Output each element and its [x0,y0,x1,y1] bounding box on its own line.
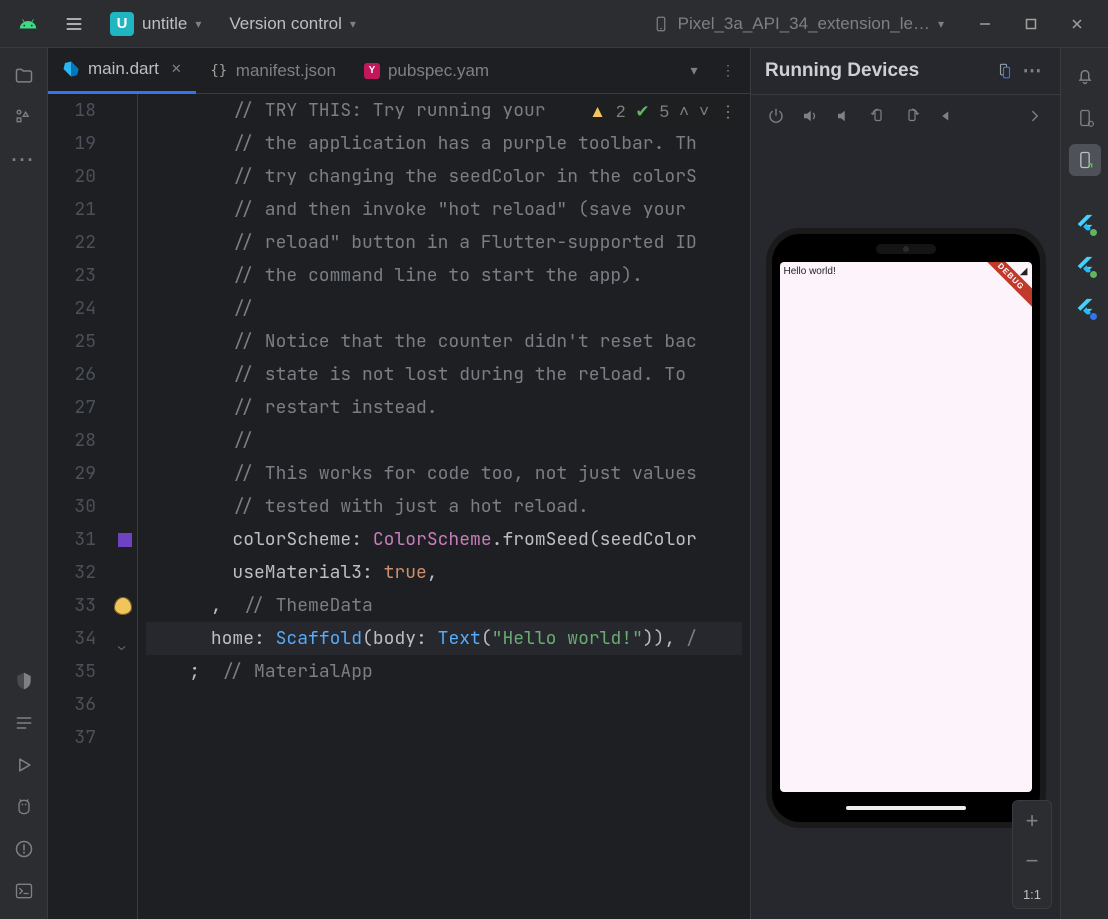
flutter-inspector-button[interactable] [1069,250,1101,282]
forward-button[interactable] [1020,101,1050,131]
next-highlight-button[interactable]: ˅ [699,102,709,122]
chevron-down-icon: ▾ [938,17,944,31]
dart-analysis-button[interactable] [8,665,40,697]
emulator-device-frame[interactable]: Hello world! ◢ [766,228,1046,828]
code-content: // TRY THIS: Try running your // the app… [138,94,750,919]
title-bar: U untitle ▾ Version control ▾ Pixel_3a_A… [0,0,1108,48]
json-file-icon: {} [210,62,228,80]
more-tools-button[interactable]: ··· [8,144,40,176]
tab-label: manifest.json [236,61,336,81]
home-indicator [846,806,966,810]
chevron-down-icon: ▾ [350,17,356,31]
running-devices-header: Running Devices ⋯ [751,48,1060,95]
vcs-label: Version control [229,14,341,34]
todo-button[interactable] [8,707,40,739]
volume-up-button[interactable] [795,101,825,131]
debug-banner [972,262,1032,322]
window-controls [962,6,1100,42]
device-manager-rail-button[interactable] [1069,102,1101,134]
gutter-annotations: ⌄ [112,94,138,919]
power-button[interactable] [761,101,791,131]
zoom-out-button[interactable]: − [1012,841,1052,881]
tabs-more-button[interactable]: ⋮ [714,57,742,85]
line-number-gutter: 1819202122232425262728293031323334353637 [48,94,112,919]
left-tool-rail: ··· [0,48,48,919]
tab-label: pubspec.yam [388,61,489,81]
tab-pubspec-yaml[interactable]: Y pubspec.yam [350,48,503,94]
running-devices-title: Running Devices [765,60,919,82]
tab-manifest-json[interactable]: {} manifest.json [196,48,350,94]
zoom-reset-button[interactable]: 1:1 [1023,881,1041,908]
ok-count: 5 [660,102,669,122]
devices-more-button[interactable]: ⋯ [1020,58,1046,84]
yaml-file-icon: Y [364,63,380,79]
rotate-left-button[interactable] [863,101,893,131]
notifications-button[interactable] [1069,60,1101,92]
logcat-button[interactable] [8,791,40,823]
maximize-button[interactable] [1008,6,1054,42]
main-menu-button[interactable] [56,6,92,42]
inspections-widget[interactable]: ▲ 2 ✔ 5 ˄ ˅ ⋯ [583,100,742,124]
android-logo-icon [16,12,40,36]
flutter-performance-button[interactable] [1069,292,1101,324]
emulator-zoom-controls: + − 1:1 [1012,800,1052,909]
running-devices-rail-button[interactable] [1069,144,1101,176]
project-view-button[interactable] [8,60,40,92]
warning-icon: ▲ [589,102,606,122]
dart-file-icon [62,60,80,78]
editor-tabs: main.dart ✕ {} manifest.json Y pubspec.y… [48,48,750,94]
vcs-selector[interactable]: Version control ▾ [219,10,365,38]
tab-main-dart[interactable]: main.dart ✕ [48,48,196,94]
volume-down-button[interactable] [829,101,859,131]
back-button[interactable] [931,101,961,131]
tabs-dropdown-button[interactable]: ▾ [680,57,708,85]
device-icon [652,15,670,33]
running-devices-pane: Running Devices ⋯ Hello w [750,48,1060,919]
project-name: untitle [142,14,187,34]
rotate-right-button[interactable] [897,101,927,131]
emulator-toolbar [751,95,1060,137]
code-editor[interactable]: 1819202122232425262728293031323334353637… [48,94,750,919]
chevron-down-icon: ▾ [195,17,201,31]
flutter-outline-button[interactable] [1069,208,1101,240]
project-selector[interactable]: U untitle ▾ [100,8,211,40]
run-button[interactable] [8,749,40,781]
terminal-button[interactable] [8,875,40,907]
right-tool-rail [1060,48,1108,919]
more-icon: ··· [12,150,36,171]
problems-button[interactable] [8,833,40,865]
emulator-screen-area: Hello world! ◢ + − 1:1 [751,137,1060,919]
close-button[interactable] [1054,6,1100,42]
minimize-button[interactable] [962,6,1008,42]
inspections-menu-icon[interactable]: ⋯ [718,104,738,121]
device-target-selector[interactable]: Pixel_3a_API_34_extension_le… ▾ [642,10,954,38]
emulator-app-text: Hello world! [784,266,836,277]
zoom-in-button[interactable]: + [1012,801,1052,841]
editor-pane: main.dart ✕ {} manifest.json Y pubspec.y… [48,48,750,919]
device-target-label: Pixel_3a_API_34_extension_le… [678,14,930,34]
prev-highlight-button[interactable]: ˄ [679,102,689,122]
close-tab-icon[interactable]: ✕ [171,61,182,77]
device-manager-button[interactable] [992,58,1018,84]
ok-check-icon: ✔ [635,102,649,122]
emulator-screen: Hello world! ◢ [780,262,1032,792]
structure-view-button[interactable] [8,102,40,134]
warning-count: 2 [616,102,625,122]
project-badge: U [110,12,134,36]
tab-label: main.dart [88,59,159,79]
